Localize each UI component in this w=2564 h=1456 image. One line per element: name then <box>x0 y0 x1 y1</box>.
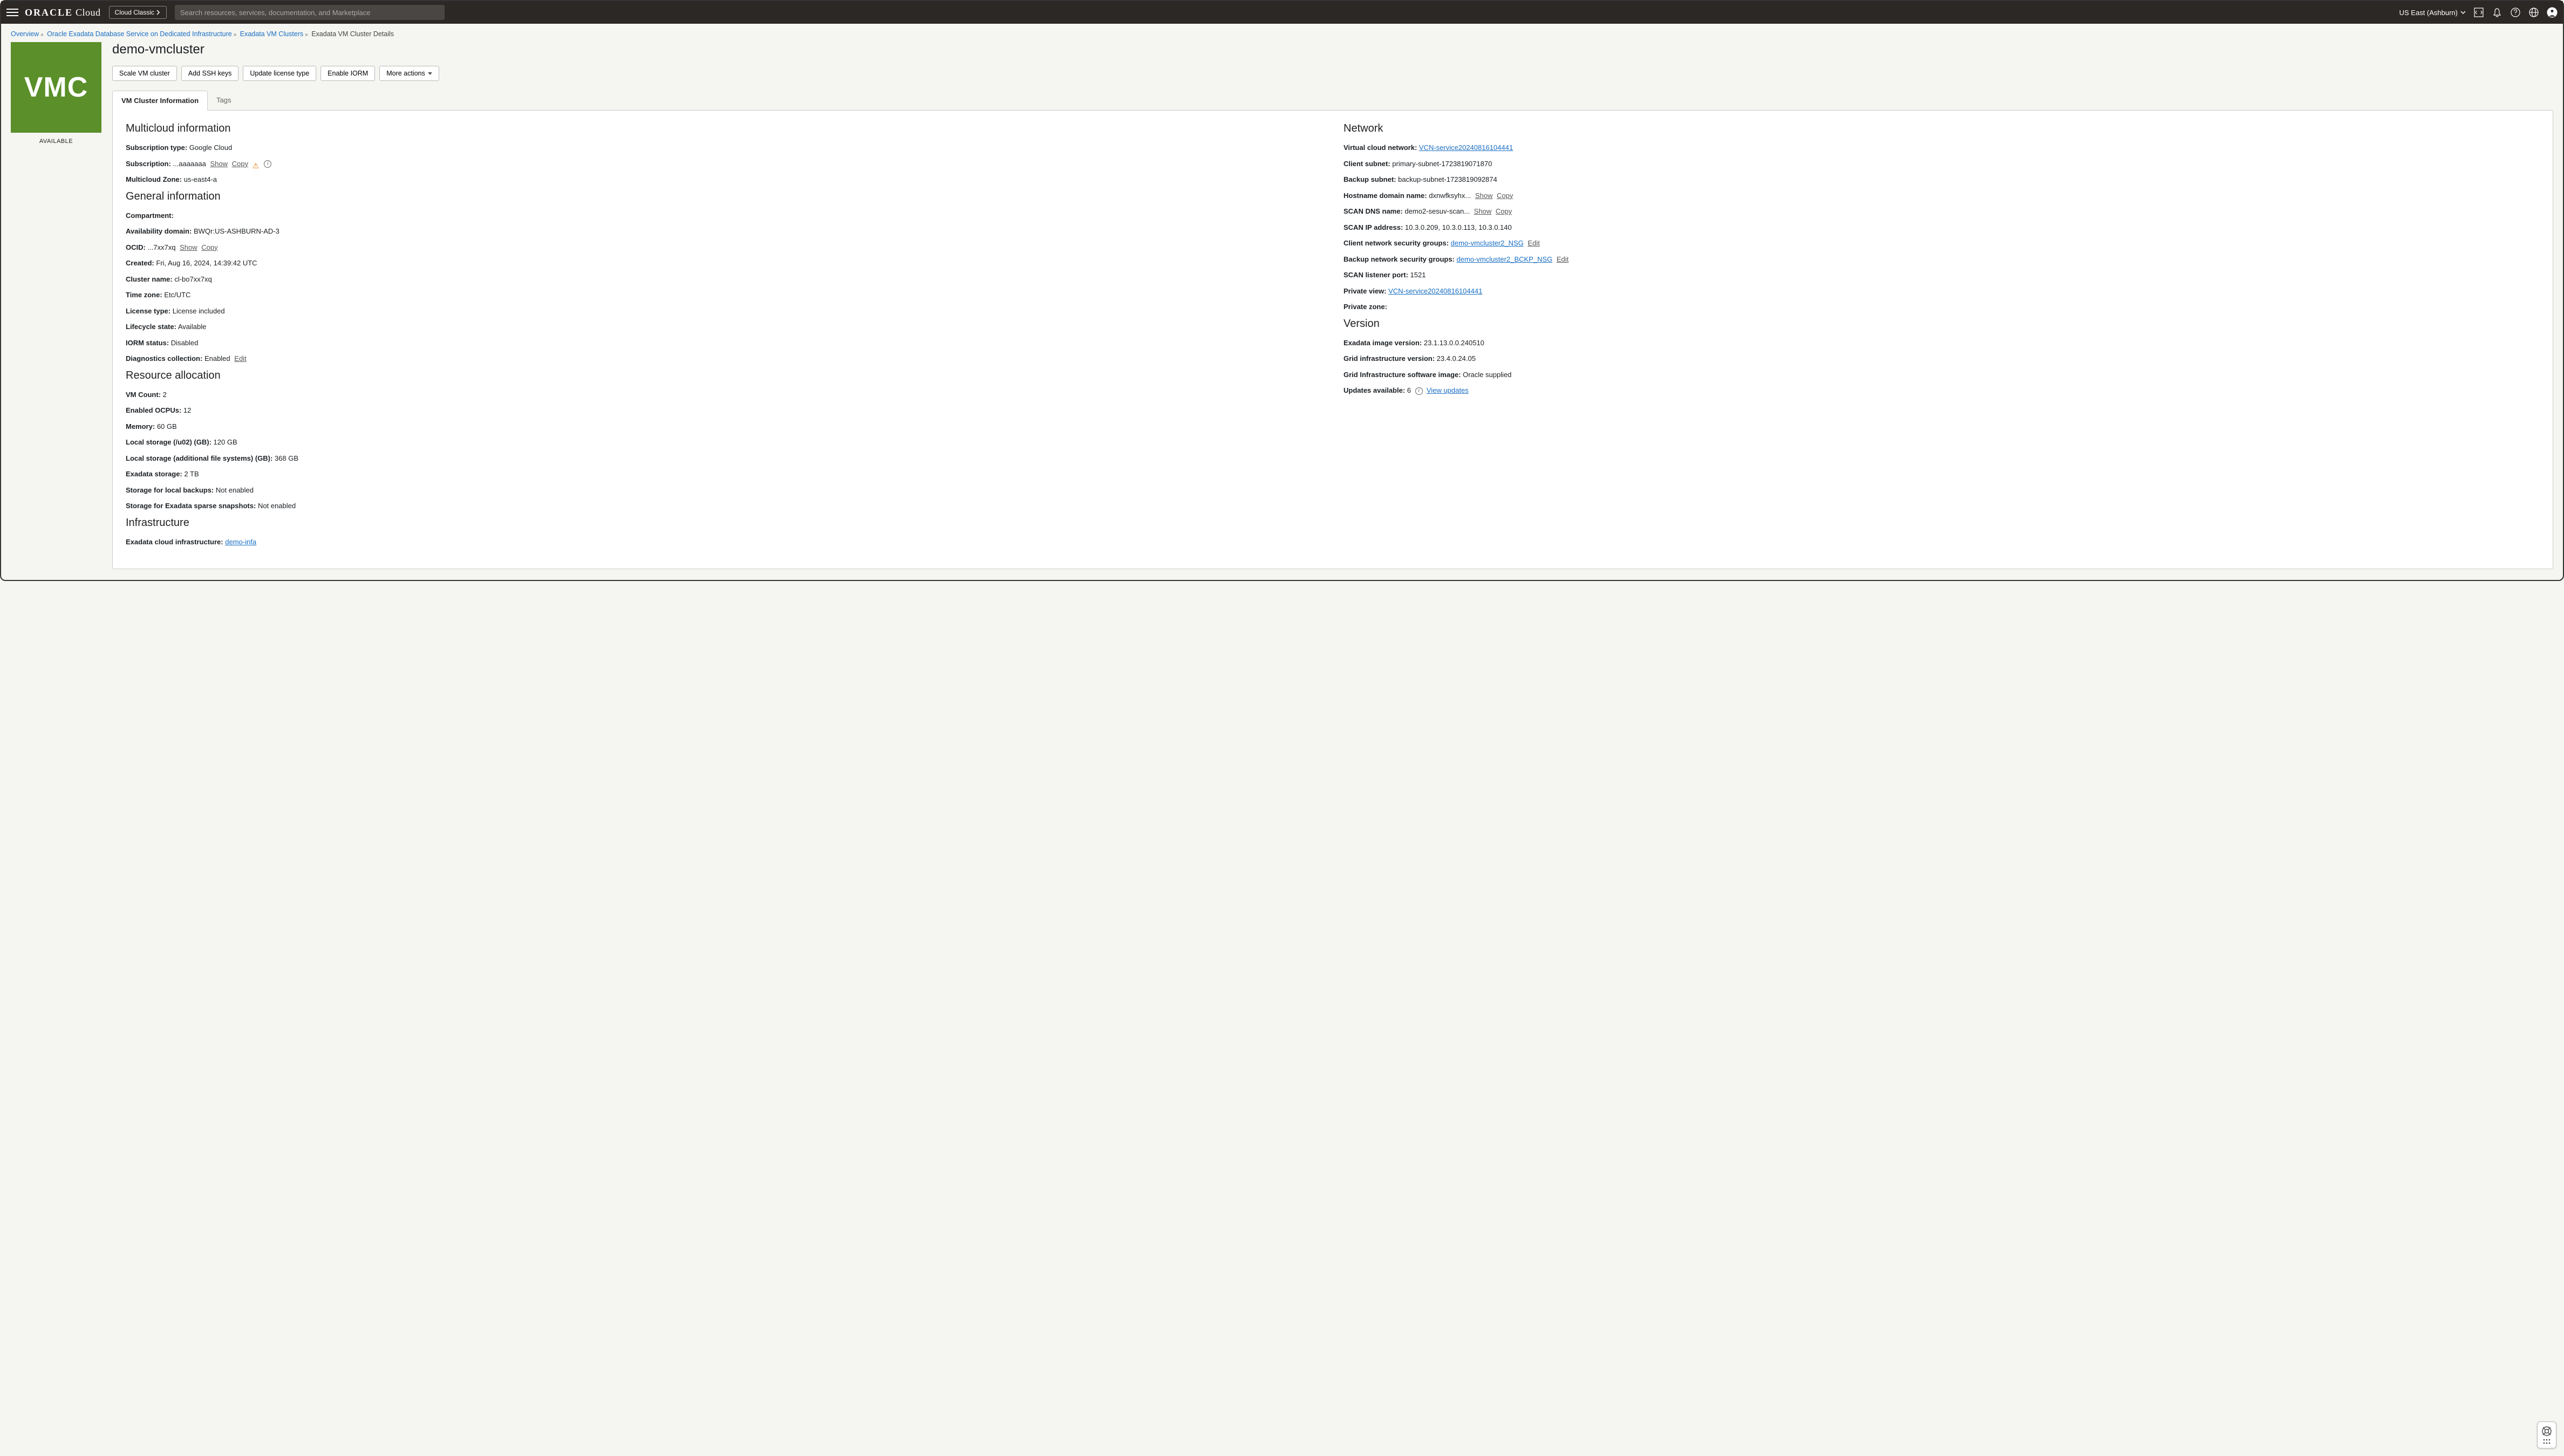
field-diagnostics: Diagnostics collection: Enabled Edit <box>126 353 1322 364</box>
field-memory: Memory: 60 GB <box>126 421 1322 432</box>
crumb-current: Exadata VM Cluster Details <box>311 30 394 38</box>
tab-strip: VM Cluster Information Tags <box>112 91 2553 111</box>
copy-link[interactable]: Copy <box>1496 207 1512 215</box>
warning-icon <box>253 160 260 168</box>
user-avatar-icon[interactable] <box>2547 7 2558 18</box>
field-storage-sparse-snapshots: Storage for Exadata sparse snapshots: No… <box>126 501 1322 511</box>
field-license-type: License type: License included <box>126 306 1322 317</box>
support-float-button[interactable] <box>2537 1421 2556 1448</box>
field-cluster-name: Cluster name: cl-bo7xx7xq <box>126 274 1322 285</box>
hamburger-menu[interactable] <box>6 6 18 18</box>
vcn-link[interactable]: VCN-service20240816104441 <box>1419 143 1513 152</box>
demo-infa-link[interactable]: demo-infa <box>225 538 256 546</box>
resource-tile: VMC <box>11 42 101 133</box>
scale-button[interactable]: Scale VM cluster <box>112 66 177 81</box>
resource-status: AVAILABLE <box>11 138 101 145</box>
field-availability-domain: Availability domain: BWQr:US-ASHBURN-AD-… <box>126 226 1322 237</box>
copy-link[interactable]: Copy <box>201 243 217 251</box>
field-backup-subnet: Backup subnet: backup-subnet-17238190928… <box>1344 174 2540 185</box>
tab-tags[interactable]: Tags <box>208 91 240 111</box>
field-vm-count: VM Count: 2 <box>126 389 1322 400</box>
crumb-clusters[interactable]: Exadata VM Clusters <box>240 30 303 38</box>
crumb-service[interactable]: Oracle Exadata Database Service on Dedic… <box>47 30 232 38</box>
backup-nsg-link[interactable]: demo-vmcluster2_BCKP_NSG <box>1457 255 1553 263</box>
help-icon[interactable] <box>2510 7 2521 18</box>
action-bar: Scale VM cluster Add SSH keys Update lic… <box>112 66 2553 81</box>
field-lifecycle-state: Lifecycle state: Available <box>126 322 1322 332</box>
dev-tools-icon[interactable] <box>2473 7 2484 18</box>
field-vcn: Virtual cloud network: VCN-service202408… <box>1344 142 2540 153</box>
field-private-view: Private view: VCN-service20240816104441 <box>1344 286 2540 297</box>
field-scan-ip: SCAN IP address: 10.3.0.209, 10.3.0.113,… <box>1344 222 2540 233</box>
copy-link[interactable]: Copy <box>1497 192 1513 200</box>
search-input[interactable] <box>175 5 445 20</box>
crumb-overview[interactable]: Overview <box>11 30 39 38</box>
field-local-storage: Local storage (/u02) (GB): 120 GB <box>126 437 1322 448</box>
info-icon[interactable] <box>264 160 271 168</box>
show-link[interactable]: Show <box>1474 207 1492 215</box>
field-scan-dns: SCAN DNS name: demo2-sesuv-scan... Show … <box>1344 206 2540 217</box>
edit-link[interactable]: Edit <box>234 354 246 363</box>
field-enabled-ocpus: Enabled OCPUs: 12 <box>126 405 1322 416</box>
client-nsg-link[interactable]: demo-vmcluster2_NSG <box>1451 239 1524 247</box>
view-updates-link[interactable]: View updates <box>1427 386 1469 394</box>
tab-vm-cluster-info[interactable]: VM Cluster Information <box>112 91 208 111</box>
field-exadata-image-version: Exadata image version: 23.1.13.0.0.24051… <box>1344 338 2540 348</box>
section-multicloud-heading: Multicloud information <box>126 122 1322 135</box>
field-grid-infra-software-image: Grid Infrastructure software image: Orac… <box>1344 370 2540 380</box>
brand-logo[interactable]: ORACLE Cloud <box>25 7 101 18</box>
field-local-storage-additional: Local storage (additional file systems) … <box>126 453 1322 464</box>
tab-panel: Multicloud information Subscription type… <box>112 110 2553 569</box>
info-icon[interactable] <box>1415 387 1423 395</box>
lifebuoy-icon <box>2541 1426 2552 1437</box>
cloud-classic-button[interactable]: Cloud Classic <box>109 6 167 19</box>
field-exadata-cloud-infra: Exadata cloud infrastructure: demo-infa <box>126 537 1322 548</box>
field-private-zone: Private zone: <box>1344 302 2540 312</box>
show-link[interactable]: Show <box>180 243 197 251</box>
field-subscription-type: Subscription type: Google Cloud <box>126 142 1322 153</box>
field-subscription: Subscription: ...aaaaaaa Show Copy <box>126 159 1322 169</box>
copy-link[interactable]: Copy <box>232 160 248 168</box>
show-link[interactable]: Show <box>210 160 228 168</box>
field-multicloud-zone: Multicloud Zone: us-east4-a <box>126 174 1322 185</box>
field-compartment: Compartment: <box>126 210 1322 221</box>
edit-link[interactable]: Edit <box>1528 239 1539 247</box>
field-updates-available: Updates available: 6 View updates <box>1344 385 2540 396</box>
page-title: demo-vmcluster <box>112 42 2553 57</box>
enable-iorm-button[interactable]: Enable IORM <box>320 66 375 81</box>
field-client-subnet: Client subnet: primary-subnet-1723819071… <box>1344 159 2540 169</box>
field-grid-infra-version: Grid infrastructure version: 23.4.0.24.0… <box>1344 353 2540 364</box>
topbar: ORACLE Cloud Cloud Classic US East (Ashb… <box>1 1 2563 24</box>
update-license-button[interactable]: Update license type <box>243 66 316 81</box>
field-backup-nsg: Backup network security groups: demo-vmc… <box>1344 254 2540 265</box>
section-version-heading: Version <box>1344 318 2540 330</box>
globe-icon[interactable] <box>2528 7 2539 18</box>
field-created: Created: Fri, Aug 16, 2024, 14:39:42 UTC <box>126 258 1322 269</box>
caret-down-icon <box>428 72 432 75</box>
field-storage-local-backups: Storage for local backups: Not enabled <box>126 485 1322 496</box>
section-resource-heading: Resource allocation <box>126 370 1322 382</box>
resource-icon-panel: VMC AVAILABLE <box>11 42 101 145</box>
private-view-link[interactable]: VCN-service20240816104441 <box>1388 287 1482 295</box>
bell-icon[interactable] <box>2492 7 2502 18</box>
field-time-zone: Time zone: Etc/UTC <box>126 290 1322 300</box>
section-general-heading: General information <box>126 190 1322 203</box>
add-ssh-button[interactable]: Add SSH keys <box>181 66 239 81</box>
chevron-down-icon <box>2460 11 2466 15</box>
field-iorm-status: IORM status: Disabled <box>126 338 1322 348</box>
section-network-heading: Network <box>1344 122 2540 135</box>
region-selector[interactable]: US East (Ashburn) <box>2399 9 2466 17</box>
grid-dots-icon <box>2543 1439 2551 1444</box>
edit-link[interactable]: Edit <box>1557 255 1569 263</box>
show-link[interactable]: Show <box>1475 192 1493 200</box>
breadcrumb: Overview» Oracle Exadata Database Servic… <box>1 24 2563 42</box>
field-exadata-storage: Exadata storage: 2 TB <box>126 469 1322 480</box>
field-hostname-domain: Hostname domain name: dxnwfksyhx... Show… <box>1344 190 2540 201</box>
field-ocid: OCID: ...7xx7xq Show Copy <box>126 242 1322 253</box>
field-client-nsg: Client network security groups: demo-vmc… <box>1344 238 2540 249</box>
section-infrastructure-heading: Infrastructure <box>126 517 1322 529</box>
more-actions-button[interactable]: More actions <box>379 66 439 81</box>
chevron-right-icon <box>156 10 161 15</box>
field-scan-listener-port: SCAN listener port: 1521 <box>1344 270 2540 281</box>
